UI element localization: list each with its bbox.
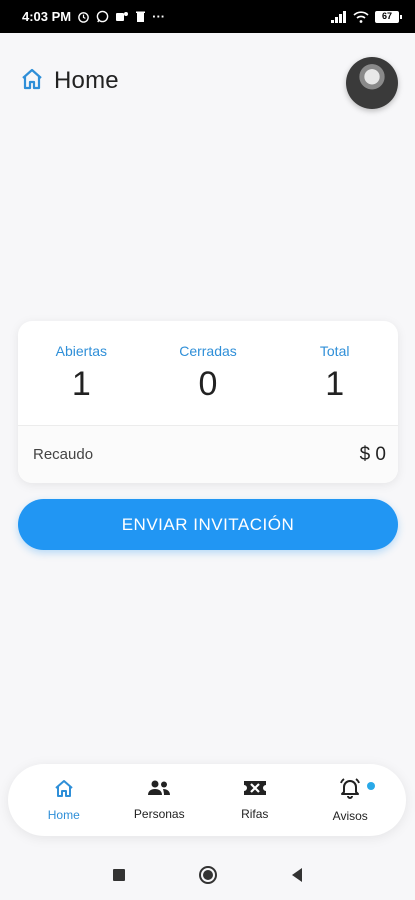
- stat-label: Abiertas: [55, 343, 108, 359]
- nav-label: Rifas: [241, 807, 269, 821]
- status-right: 67: [331, 10, 402, 23]
- stats-row: Abiertas 1 Cerradas 0 Total 1: [18, 321, 398, 425]
- stat-value: 1: [71, 365, 91, 403]
- stat-label: Total: [319, 343, 350, 359]
- stat-total[interactable]: Total 1: [271, 321, 398, 425]
- stat-cerradas[interactable]: Cerradas 0: [145, 321, 272, 425]
- status-time: 4:03 PM: [22, 9, 72, 24]
- stat-value: 0: [198, 365, 218, 403]
- page-title-wrap: Home: [20, 67, 119, 95]
- nav-label: Avisos: [332, 809, 368, 823]
- teams-icon: [115, 10, 129, 23]
- app-bar: Home: [0, 33, 415, 129]
- status-bar: 4:03 PM ··· 67: [0, 0, 415, 33]
- bottom-nav: Home Personas Rifas Avisos: [8, 764, 406, 836]
- recaudo-row: Recaudo $ 0: [18, 426, 398, 483]
- recents-button[interactable]: [112, 868, 126, 882]
- nav-item-rifas[interactable]: Rifas: [210, 770, 300, 830]
- page-title: Home: [54, 67, 119, 94]
- recaudo-label: Recaudo: [33, 446, 94, 463]
- more-notifications-icon: ···: [152, 9, 166, 24]
- stats-card: Abiertas 1 Cerradas 0 Total 1 Recaudo $ …: [18, 321, 398, 483]
- nav-item-home[interactable]: Home: [19, 770, 109, 830]
- stat-abiertas[interactable]: Abiertas 1: [18, 321, 145, 425]
- system-nav: [0, 850, 415, 900]
- avatar[interactable]: [346, 57, 398, 109]
- home-icon: [54, 779, 74, 803]
- wifi-icon: [353, 10, 369, 23]
- ticket-icon: [243, 779, 267, 802]
- send-invitation-button[interactable]: ENVIAR INVITACIÓN: [18, 499, 398, 550]
- home-outline-icon: [20, 68, 44, 95]
- notification-badge: [367, 782, 376, 790]
- back-button[interactable]: [290, 867, 304, 883]
- nav-item-personas[interactable]: Personas: [114, 770, 204, 830]
- nav-label: Personas: [133, 807, 185, 821]
- nav-item-avisos[interactable]: Avisos: [305, 770, 395, 830]
- whatsapp-icon: [96, 10, 109, 23]
- signal-icon: [331, 10, 347, 23]
- people-icon: [147, 779, 171, 802]
- stat-label: Cerradas: [179, 343, 237, 359]
- alarm-icon: [77, 10, 90, 23]
- stat-value: 1: [325, 365, 345, 403]
- recaudo-value: $ 0: [359, 443, 386, 465]
- bell-icon: [338, 777, 362, 804]
- nav-label: Home: [47, 807, 80, 822]
- trash-icon: [135, 10, 146, 23]
- status-left: 4:03 PM ···: [22, 9, 165, 24]
- home-system-button[interactable]: [198, 865, 218, 885]
- battery-icon: 67: [375, 10, 402, 23]
